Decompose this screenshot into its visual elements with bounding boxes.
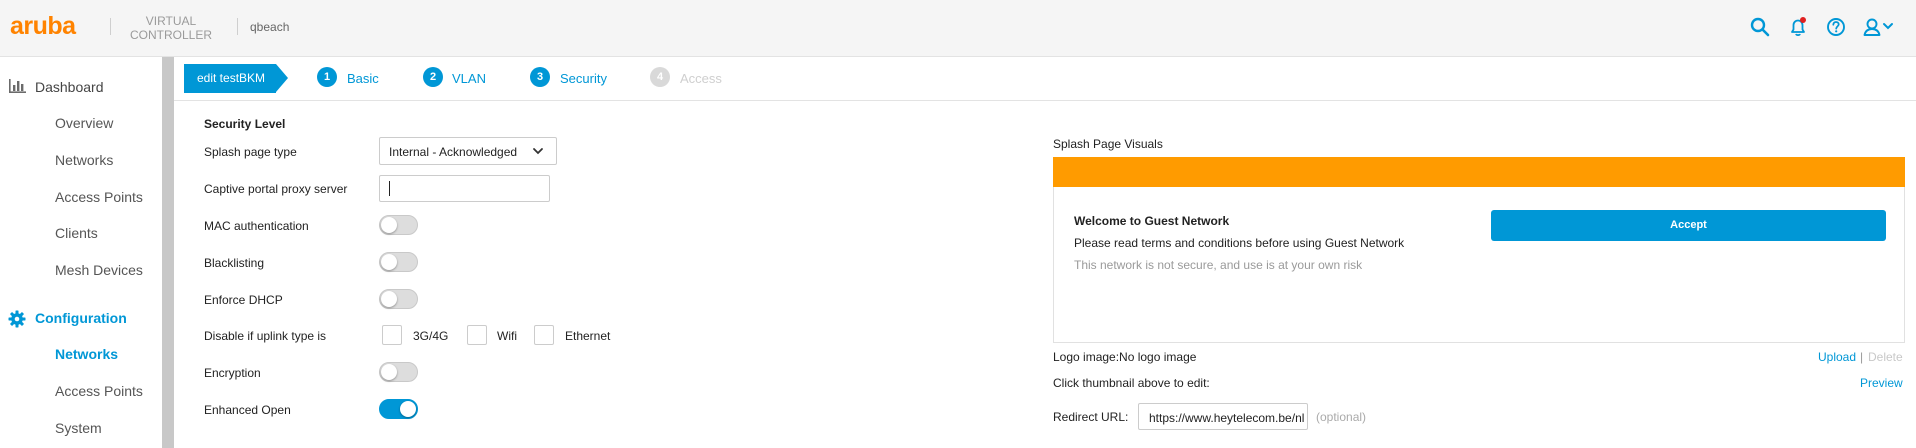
enforce-dhcp-label: Enforce DHCP xyxy=(204,293,283,307)
gear-icon xyxy=(8,310,26,328)
sidebar-scrollbar[interactable] xyxy=(162,57,174,448)
product-name: VIRTUAL CONTROLLER xyxy=(130,14,212,42)
breadcrumb: edit testBKM xyxy=(184,64,288,93)
redirect-url-label: Redirect URL: xyxy=(1053,410,1129,424)
mac-auth-label: MAC authentication xyxy=(204,219,309,233)
sidebar-configuration[interactable]: Configuration xyxy=(35,310,127,326)
mac-auth-toggle[interactable] xyxy=(379,215,418,235)
bell-icon[interactable] xyxy=(1787,16,1809,38)
notification-dot xyxy=(1800,17,1806,23)
sidebar-item-overview[interactable]: Overview xyxy=(55,115,113,131)
header-divider xyxy=(237,18,238,35)
blacklisting-label: Blacklisting xyxy=(204,256,265,270)
link-separator: | xyxy=(1860,350,1864,364)
product-line-2: CONTROLLER xyxy=(130,28,213,42)
proxy-label: Captive portal proxy server xyxy=(204,182,348,196)
checkbox-ethernet-label: Ethernet xyxy=(565,329,611,343)
thumbnail-hint: Click thumbnail above to edit: xyxy=(1053,376,1210,390)
encryption-label: Encryption xyxy=(204,366,261,380)
splash-visuals-title: Splash Page Visuals xyxy=(1053,137,1163,151)
user-icon[interactable] xyxy=(1862,16,1896,38)
tab-vlan[interactable]: VLAN xyxy=(452,71,486,86)
sidebar-item-config-networks[interactable]: Networks xyxy=(55,346,118,362)
splash-welcome-text: Welcome to Guest Network xyxy=(1074,214,1230,228)
preview-link[interactable]: Preview xyxy=(1860,376,1903,390)
uplink-label: Disable if uplink type is xyxy=(204,329,327,343)
checkbox-wifi-label: Wifi xyxy=(497,329,517,343)
chevron-down-icon xyxy=(533,148,543,155)
splash-banner-bar[interactable] xyxy=(1053,157,1905,187)
enhanced-open-label: Enhanced Open xyxy=(204,403,291,417)
tab-security[interactable]: Security xyxy=(560,71,607,86)
splash-terms-text: Please read terms and conditions before … xyxy=(1074,236,1405,250)
enforce-dhcp-toggle[interactable] xyxy=(379,289,418,309)
sidebar-dashboard[interactable]: Dashboard xyxy=(35,79,104,95)
checkbox-3g4g[interactable] xyxy=(382,325,402,345)
help-icon[interactable] xyxy=(1825,16,1847,38)
redirect-url-input[interactable]: https://www.heytelecom.be/nl xyxy=(1138,403,1308,430)
checkbox-wifi[interactable] xyxy=(467,325,487,345)
section-title: Security Level xyxy=(204,117,286,131)
upload-link[interactable]: Upload xyxy=(1818,350,1856,364)
proxy-input[interactable] xyxy=(379,175,550,202)
header-divider xyxy=(110,18,111,35)
splash-type-value: Internal - Acknowledged xyxy=(389,145,518,159)
aruba-logo[interactable]: aruba xyxy=(10,12,76,41)
step-number[interactable]: 1 xyxy=(317,67,337,87)
sidebar-item-system[interactable]: System xyxy=(55,420,102,436)
chevron-down-icon xyxy=(1883,23,1893,30)
sidebar-item-clients[interactable]: Clients xyxy=(55,225,98,241)
step-number: 4 xyxy=(650,67,670,87)
bar-chart-icon xyxy=(9,79,26,93)
product-line-1: VIRTUAL xyxy=(145,14,197,28)
step-number[interactable]: 3 xyxy=(530,67,550,87)
tab-access: Access xyxy=(680,71,722,86)
splash-warning-text: This network is not secure, and use is a… xyxy=(1074,258,1363,272)
sidebar: Dashboard Overview Networks Access Point… xyxy=(0,57,162,448)
optional-hint: (optional) xyxy=(1316,410,1367,424)
blacklisting-toggle[interactable] xyxy=(379,252,418,272)
sidebar-item-networks[interactable]: Networks xyxy=(55,152,113,168)
delete-link: Delete xyxy=(1868,350,1903,364)
sidebar-item-access-points[interactable]: Access Points xyxy=(55,189,143,205)
step-number[interactable]: 2 xyxy=(423,67,443,87)
checkbox-3g4g-label: 3G/4G xyxy=(413,329,449,343)
encryption-toggle[interactable] xyxy=(379,362,418,382)
text-caret xyxy=(389,181,390,196)
splash-type-select[interactable]: Internal - Acknowledged xyxy=(379,137,557,165)
enhanced-open-toggle[interactable] xyxy=(379,399,418,419)
splash-type-label: Splash page type xyxy=(204,145,297,159)
accept-button[interactable]: Accept xyxy=(1491,210,1886,241)
tab-basic[interactable]: Basic xyxy=(347,71,379,86)
top-header: aruba VIRTUAL CONTROLLER qbeach xyxy=(0,0,1916,57)
host-name: qbeach xyxy=(250,20,290,34)
logo-image-label: Logo image:No logo image xyxy=(1053,350,1197,364)
sidebar-item-config-access-points[interactable]: Access Points xyxy=(55,383,143,399)
search-icon[interactable] xyxy=(1749,16,1771,38)
sidebar-item-mesh-devices[interactable]: Mesh Devices xyxy=(55,262,143,278)
checkbox-ethernet[interactable] xyxy=(534,325,554,345)
